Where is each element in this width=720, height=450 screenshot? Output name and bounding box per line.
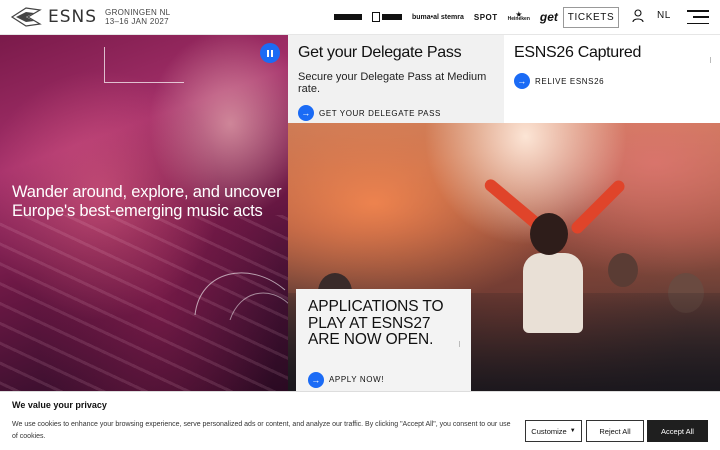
- applications-card[interactable]: APPLICATIONS TO PLAY AT ESNS27 ARE NOW O…: [296, 289, 471, 391]
- event-location: GRONINGEN NL: [105, 8, 171, 17]
- singer-head: [530, 213, 568, 255]
- delegate-card-title: Get your Delegate Pass: [298, 44, 462, 61]
- tickets-button[interactable]: TICKETS: [563, 7, 619, 28]
- scroll-indicator: [459, 341, 460, 347]
- scroll-indicator: [710, 57, 711, 63]
- sponsor-heineken-logo[interactable]: ★ Heineken: [507, 11, 530, 22]
- singer-arm: [569, 178, 627, 236]
- applications-title: APPLICATIONS TO PLAY AT ESNS27 ARE NOW O…: [308, 298, 444, 348]
- sponsor-eu-logo[interactable]: [334, 14, 362, 20]
- hero-title: Wander around, explore, and uncover Euro…: [12, 183, 282, 220]
- relive-label: RELIVE ESNS26: [535, 76, 605, 86]
- delegate-pass-label: GET YOUR DELEGATE PASS: [319, 108, 441, 118]
- logo-wordmark: ESNS: [48, 7, 98, 27]
- esns-logo-icon: [10, 7, 42, 27]
- hero-video: Wander around, explore, and uncover Euro…: [0, 35, 288, 391]
- cookie-banner: We value your privacy We use cookies to …: [0, 391, 720, 450]
- event-dates: 13–16 JAN 2027: [105, 17, 169, 26]
- menu-icon[interactable]: [687, 10, 709, 24]
- crowd-head: [608, 253, 638, 287]
- cookie-title: We value your privacy: [12, 400, 107, 410]
- singer-body: [523, 253, 583, 333]
- delegate-pass-link[interactable]: → GET YOUR DELEGATE PASS: [298, 105, 494, 121]
- language-switch[interactable]: NL: [657, 10, 671, 21]
- heineken-label: Heineken: [507, 16, 530, 22]
- customize-button[interactable]: Customize ▼: [525, 420, 582, 442]
- sponsor-buma-stemra-logo[interactable]: buma•al stemra: [412, 14, 464, 21]
- accept-all-button[interactable]: Accept All: [647, 420, 708, 442]
- esns-logo[interactable]: ESNS GRONINGEN NL 13–16 JAN 2027: [10, 5, 170, 29]
- site-header: ESNS GRONINGEN NL 13–16 JAN 2027 buma•al…: [0, 0, 720, 35]
- reject-all-button[interactable]: Reject All: [586, 420, 644, 442]
- captured-card-title: ESNS26 Captured: [514, 44, 642, 61]
- chevron-down-icon: ▼: [569, 428, 576, 434]
- event-meta: GRONINGEN NL 13–16 JAN 2027: [105, 8, 170, 26]
- arrow-right-icon: →: [308, 371, 324, 388]
- relive-link[interactable]: → RELIVE ESNS26: [514, 73, 710, 89]
- customize-label: Customize: [531, 426, 567, 436]
- apply-now-link[interactable]: → APPLY NOW!: [308, 371, 459, 388]
- sponsor-spot-logo[interactable]: SPOT: [474, 13, 498, 22]
- decorative-lines: [104, 47, 184, 83]
- delegate-card-text: Secure your Delegate Pass at Medium rate…: [298, 71, 487, 95]
- arrow-right-icon: →: [514, 73, 530, 89]
- sponsor-logos: buma•al stemra SPOT ★ Heineken get: [334, 8, 558, 26]
- decorative-curve: [194, 272, 288, 320]
- captured-card[interactable]: ESNS26 Captured → RELIVE ESNS26: [504, 35, 720, 123]
- arrow-right-icon: →: [298, 105, 314, 121]
- sponsor-get-logo[interactable]: get: [540, 10, 558, 24]
- apply-now-label: APPLY NOW!: [329, 375, 385, 384]
- cookie-text: We use cookies to enhance your browsing …: [12, 421, 511, 440]
- sponsor-ministry-logo[interactable]: [372, 12, 402, 22]
- pause-icon[interactable]: [260, 43, 280, 63]
- user-icon[interactable]: [632, 9, 644, 23]
- delegate-pass-card[interactable]: Get your Delegate Pass Secure your Deleg…: [288, 35, 504, 123]
